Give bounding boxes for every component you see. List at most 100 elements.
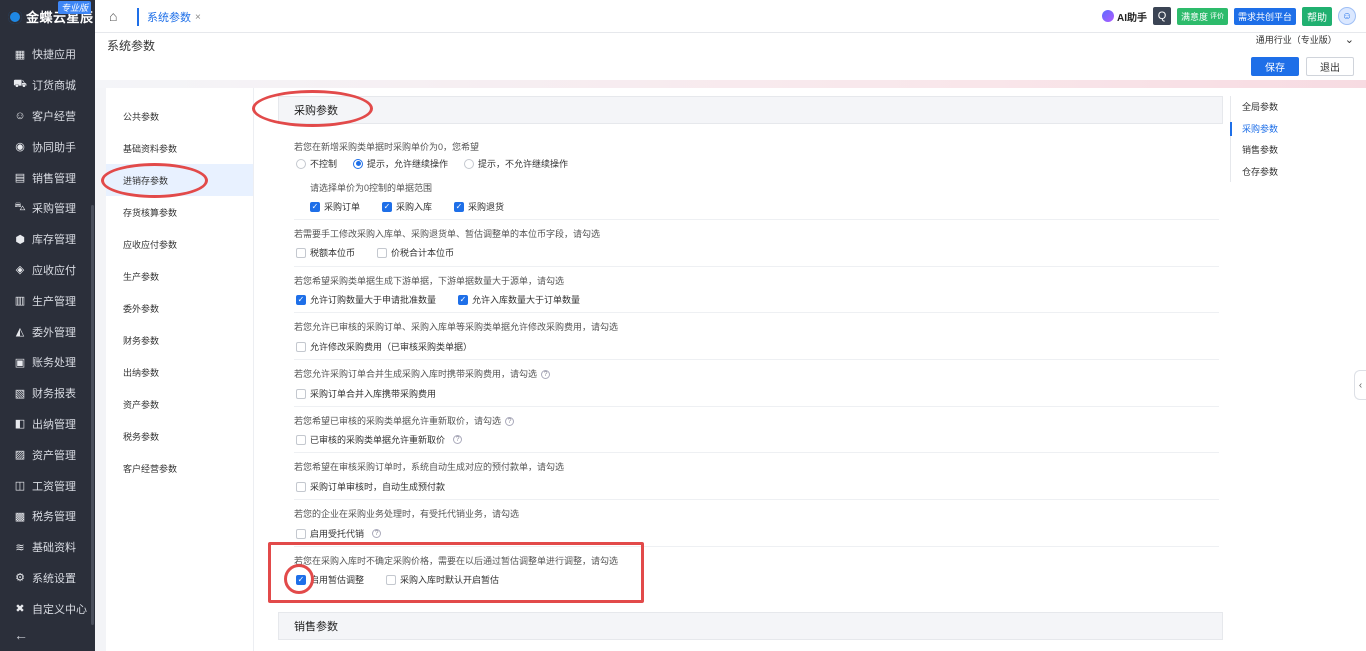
tab-system-params[interactable]: 系统参数 × [137,8,201,26]
home-icon[interactable]: ⌂ [109,8,125,24]
nav-item[interactable]: ☺ 客户经营 [0,101,95,132]
nav-item[interactable]: ◫ 工资管理 [0,470,95,501]
nav-item[interactable]: ⬢ 库存管理 [0,224,95,255]
nav-item[interactable]: ◧ 出纳管理 [0,409,95,440]
nav-item[interactable]: ▦ 快捷应用 [0,39,95,70]
option-label: 不控制 [310,159,338,169]
divider [294,312,1219,313]
checkbox-order-qty-exceed[interactable]: ✓ 允许订购数量大于申请批准数量 [296,293,436,306]
nav-item[interactable]: ≋ 基础资料 [0,532,95,563]
chevron-down-icon: ⌄ [1344,34,1354,46]
anchor-link[interactable]: 销售参数 [1231,139,1360,161]
help-icon[interactable]: ? [541,370,551,380]
radio-no-control[interactable]: 不控制 [296,157,337,170]
help-icon[interactable]: ? [372,529,382,538]
checkbox-inbound-qty-exceed[interactable]: ✓ 允许入库数量大于订单数量 [458,293,580,306]
nav-item[interactable]: ▣ 账务处理 [0,347,95,378]
cart-bag-icon: ⛟ [13,78,27,91]
checkbox-enable-estimate-adjust[interactable]: ✓ 启用暂估调整 [296,573,364,586]
checkbox-enable-consignment[interactable]: 启用受托代销? [296,527,382,540]
avatar[interactable]: ☺ [1338,7,1356,25]
anchor-link[interactable]: 采购参数 [1230,118,1360,140]
section-header-sales[interactable]: 销售参数 [278,612,1223,640]
section-header-purchase: 采购参数 [278,96,1223,124]
help-icon[interactable]: ? [453,435,463,444]
ai-assistant-button[interactable]: AI助手 [1101,9,1147,24]
anchor-link[interactable]: 仓存参数 [1231,161,1360,183]
category-item[interactable]: 进销存参数 [106,164,253,196]
nav-item[interactable]: ◈ 应收应付 [0,255,95,286]
nav-item[interactable]: ⚙ 系统设置 [0,563,95,594]
brand-logo[interactable]: 金蝶云星辰 专业版 [0,0,95,33]
group-subtitle: 请选择单价为0控制的单据范围 [310,183,433,193]
checkbox-purchase-return[interactable]: ✓ 采购退货 [454,200,504,213]
checkbox-total-base-currency[interactable]: 价税合计本位币 [377,246,454,259]
exit-button[interactable]: 退出 [1306,57,1354,76]
category-item[interactable]: 存货核算参数 [106,196,253,228]
checkbox-purchase-inbound[interactable]: ✓ 采购入库 [382,200,432,213]
ledger-icon: ▣ [14,356,26,369]
category-item[interactable]: 资产参数 [106,388,253,420]
satisfaction-button[interactable]: 满意度 评价 [1176,7,1228,25]
checkbox-icon [296,528,306,539]
checkbox-purchase-order[interactable]: ✓ 采购订单 [310,200,360,213]
category-item[interactable]: 出纳参数 [106,356,253,388]
checkbox-auto-prepayment[interactable]: 采购订单审核时，自动生成预付款 [296,480,445,493]
tab-close-icon[interactable]: × [195,12,201,23]
radio-prompt-deny[interactable]: 提示，不允许继续操作 [464,157,568,170]
page-header: 系统参数 通用行业（专业版） ⌄ 保存 退出 [95,33,1366,83]
category-list: 公共参数 基础资料参数 进销存参数 存货核算参数 应收应付参数 生产参数 委外参数 财务参数出… [106,88,254,651]
checkbox-allow-reprice[interactable]: 已审核的采购类单据允许重新取价? [296,433,463,446]
params-form: 采购参数 若您在新增采购类单据时采购单价为0，您希望 不控制 提示，允许继续操作… [278,96,1223,651]
nav-item[interactable]: ◉ 协同助手 [0,131,95,162]
nav-item[interactable]: ✖ 自定义中心 [0,593,95,624]
nav-item[interactable]: ⛟ 订货商城 [0,70,95,101]
nav-item-label: 系统设置 [32,572,76,585]
category-item[interactable]: 应收应付参数 [106,228,253,260]
nav-item[interactable]: ▩ 税务管理 [0,501,95,532]
nav-item-label: 财务报表 [32,388,76,401]
nav-item-label: 订货商城 [32,80,76,93]
checkbox-modify-purchase-fee[interactable]: 允许修改采购费用（已审核采购类单据） [296,340,472,353]
divider [294,546,1219,547]
radio-icon [464,158,475,169]
nav-item-label: 客户经营 [32,110,76,123]
checkbox-default-estimate-on-inbound[interactable]: 采购入库时默认开启暂估 [386,573,499,586]
side-panel-toggle-icon[interactable]: ‹ [1354,370,1366,400]
search-icon[interactable]: Q [1152,7,1171,25]
category-item[interactable]: 公共参数 [106,100,253,132]
category-item[interactable]: 委外参数 [106,292,253,324]
category-item[interactable]: 财务参数 [106,324,253,356]
nav-item[interactable]: ▨ 资产管理 [0,439,95,470]
group-title: 若您的企业在采购业务处理时，有受托代销业务，请勾选 [294,509,520,519]
nav-item[interactable]: ⛍ 采购管理 [0,193,95,224]
downstream-qty-options: ✓ 允许订购数量大于申请批准数量 ✓ 允许入库数量大于订单数量 [296,293,580,306]
nav-item[interactable]: ▧ 财务报表 [0,378,95,409]
edition-badge: 专业版 [57,1,91,14]
nav-item-label: 协同助手 [32,141,76,154]
option-label: 启用暂估调整 [310,575,365,585]
help-icon[interactable]: ? [505,417,515,427]
nav-item[interactable]: ▥ 生产管理 [0,285,95,316]
help-button[interactable]: 帮助 [1302,6,1332,26]
option-label: 允许入库数量大于订单数量 [472,295,581,305]
nav-item[interactable]: ◭ 委外管理 [0,316,95,347]
salary-icon: ◫ [14,480,26,493]
category-item[interactable]: 客户经营参数 [106,452,253,484]
checkbox-checked-icon: ✓ [458,294,469,305]
industry-selector[interactable]: 通用行业（专业版） ⌄ [1256,33,1354,46]
collapse-nav-icon[interactable]: ← [14,627,28,643]
category-item[interactable]: 税务参数 [106,420,253,452]
category-item[interactable]: 生产参数 [106,260,253,292]
nav-item-label: 委外管理 [32,326,76,339]
nav-item[interactable]: ▤ 销售管理 [0,162,95,193]
nav-scrollbar[interactable] [91,205,94,625]
radio-prompt-allow[interactable]: 提示，允许继续操作 [353,157,448,170]
save-button[interactable]: 保存 [1251,57,1299,76]
checkbox-merge-carry-fee[interactable]: 采购订单合并入库携带采购费用 [296,387,436,400]
checkbox-tax-base-currency[interactable]: 税额本位币 [296,246,355,259]
anchor-link[interactable]: 全局参数 [1231,96,1360,118]
category-item[interactable]: 基础资料参数 [106,132,253,164]
co-creation-platform-button[interactable]: 需求共创平台 [1233,7,1296,25]
nav-item-label: 采购管理 [32,203,76,216]
